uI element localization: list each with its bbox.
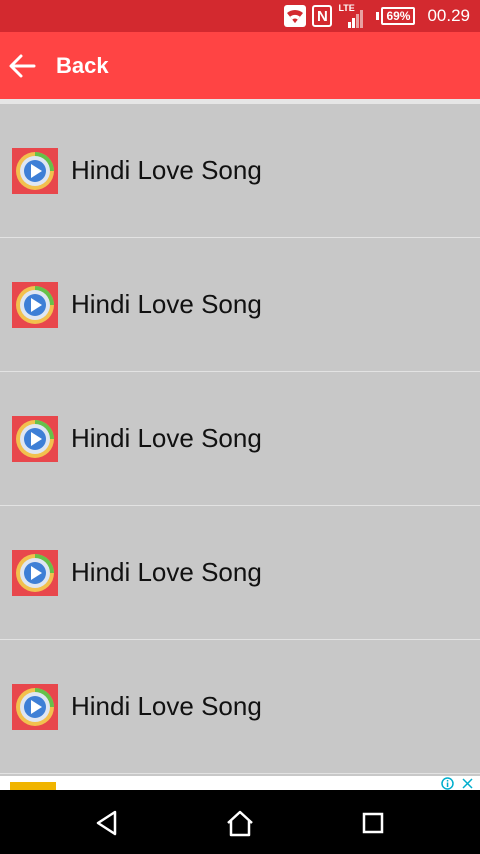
ad-info-icon[interactable] <box>441 777 454 790</box>
nfc-icon: N <box>312 5 333 27</box>
media-player-icon <box>12 683 58 730</box>
status-bar: N LTE 69% 00.29 <box>0 0 480 32</box>
song-title: Hindi Love Song <box>71 557 262 587</box>
status-icons: N LTE 69% 00.29 <box>284 0 470 32</box>
home-icon[interactable] <box>225 808 255 838</box>
back-triangle-icon[interactable] <box>92 808 122 838</box>
song-item[interactable]: Hindi Love Song <box>0 506 480 640</box>
battery-percent: 69% <box>381 7 416 25</box>
wifi-icon <box>284 5 307 27</box>
song-title: Hindi Love Song <box>71 423 262 453</box>
ad-graphic <box>10 782 56 790</box>
media-player-icon <box>12 415 58 462</box>
media-player-icon <box>12 147 58 194</box>
song-item[interactable]: Hindi Love Song <box>0 640 480 774</box>
signal-icon: LTE <box>338 3 366 29</box>
clock: 00.29 <box>427 6 470 25</box>
song-item[interactable]: Hindi Love Song <box>0 104 480 238</box>
song-item[interactable]: Hindi Love Song <box>0 372 480 506</box>
nfc-label: N <box>317 7 328 25</box>
media-player-icon <box>12 549 58 596</box>
app-bar: Back <box>0 32 480 99</box>
recents-square-icon[interactable] <box>358 808 388 838</box>
song-list: Hindi Love Song Hindi Love Song Hindi Lo… <box>0 104 480 776</box>
ad-banner[interactable] <box>0 776 480 790</box>
battery-indicator: 69% <box>376 7 416 25</box>
navigation-bar <box>0 790 480 854</box>
back-button[interactable]: Back <box>56 53 109 79</box>
ad-close-icon[interactable] <box>461 777 474 790</box>
song-title: Hindi Love Song <box>71 155 262 185</box>
song-item[interactable]: Hindi Love Song <box>0 238 480 372</box>
song-title: Hindi Love Song <box>71 289 262 319</box>
battery-tip <box>376 12 380 20</box>
song-title: Hindi Love Song <box>71 691 262 721</box>
arrow-left-icon[interactable] <box>7 51 37 81</box>
media-player-icon <box>12 281 58 328</box>
